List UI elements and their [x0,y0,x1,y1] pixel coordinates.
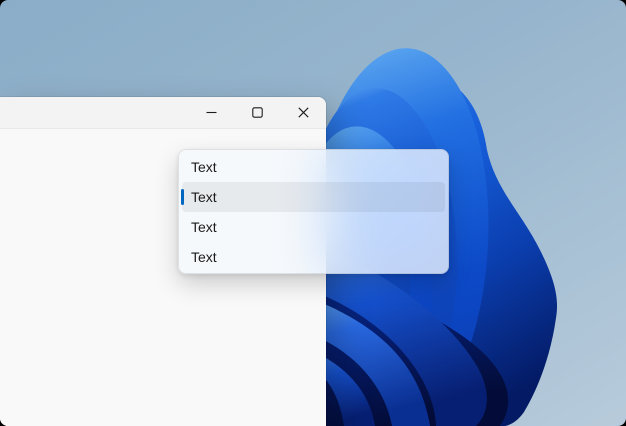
minimize-icon [206,107,217,118]
window-titlebar [0,97,326,129]
maximize-icon [252,107,263,118]
dropdown-menu: Text Text Text Text [178,149,449,274]
menu-item-label: Text [191,212,217,242]
menu-item-label: Text [191,242,217,272]
close-icon [298,107,309,118]
minimize-button[interactable] [188,97,234,128]
desktop: Text Text Text Text [0,0,626,426]
menu-item-label: Text [191,182,217,212]
menu-item[interactable]: Text [182,152,445,182]
menu-item[interactable]: Text [182,182,445,212]
menu-item[interactable]: Text [182,212,445,242]
maximize-button[interactable] [234,97,280,128]
close-button[interactable] [280,97,326,128]
menu-item-label: Text [191,152,217,182]
selection-indicator [181,189,184,205]
menu-item[interactable]: Text [182,242,445,272]
